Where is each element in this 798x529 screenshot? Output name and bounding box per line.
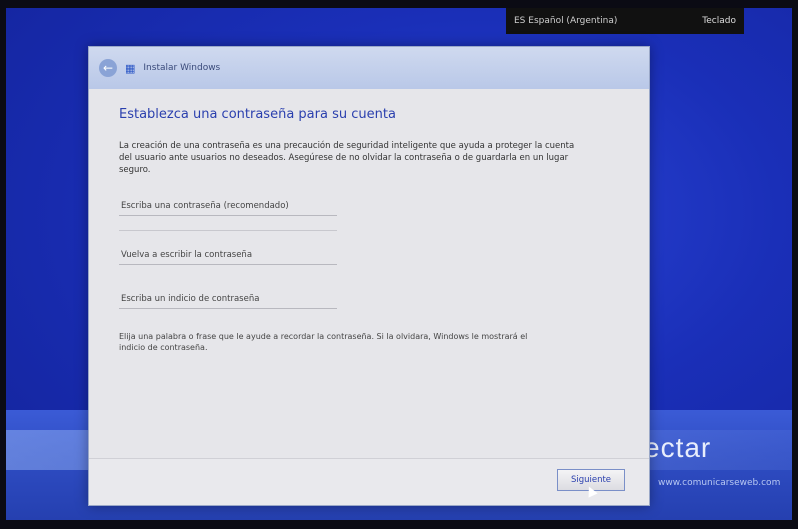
back-arrow-icon[interactable]: ←	[99, 59, 117, 77]
setup-dialog: ← ▦ Instalar Windows Establezca una cont…	[88, 46, 650, 506]
dialog-title: Instalar Windows	[143, 63, 221, 73]
desktop-background: ES Español (Argentina) Teclado ectar www…	[6, 8, 792, 520]
hint-explanation: Elija una palabra o frase que le ayude a…	[119, 332, 528, 352]
language-indicator[interactable]: ES Español (Argentina)	[514, 16, 617, 26]
keyboard-indicator[interactable]: Teclado	[702, 16, 736, 26]
password-hint-input[interactable]	[119, 289, 337, 309]
dialog-titlebar: ← ▦ Instalar Windows	[89, 47, 649, 89]
page-description: La creación de una contraseña es una pre…	[119, 141, 575, 175]
confirm-field-group	[119, 245, 619, 265]
dialog-content: Establezca una contraseña para su cuenta…	[89, 89, 649, 353]
password-field-group	[119, 196, 619, 231]
hint-field-group	[119, 289, 619, 309]
language-bar[interactable]: ES Español (Argentina) Teclado	[506, 8, 744, 34]
confirm-password-input[interactable]	[119, 245, 337, 265]
background-watermark: www.comunicarseweb.com	[658, 478, 781, 488]
dialog-footer: Siguiente	[89, 458, 649, 505]
password-input[interactable]	[119, 196, 337, 216]
page-title: Establezca una contraseña para su cuenta	[119, 107, 396, 122]
password-underline	[119, 216, 337, 231]
background-text: ectar	[644, 432, 712, 463]
windows-logo-icon: ▦	[125, 61, 136, 75]
